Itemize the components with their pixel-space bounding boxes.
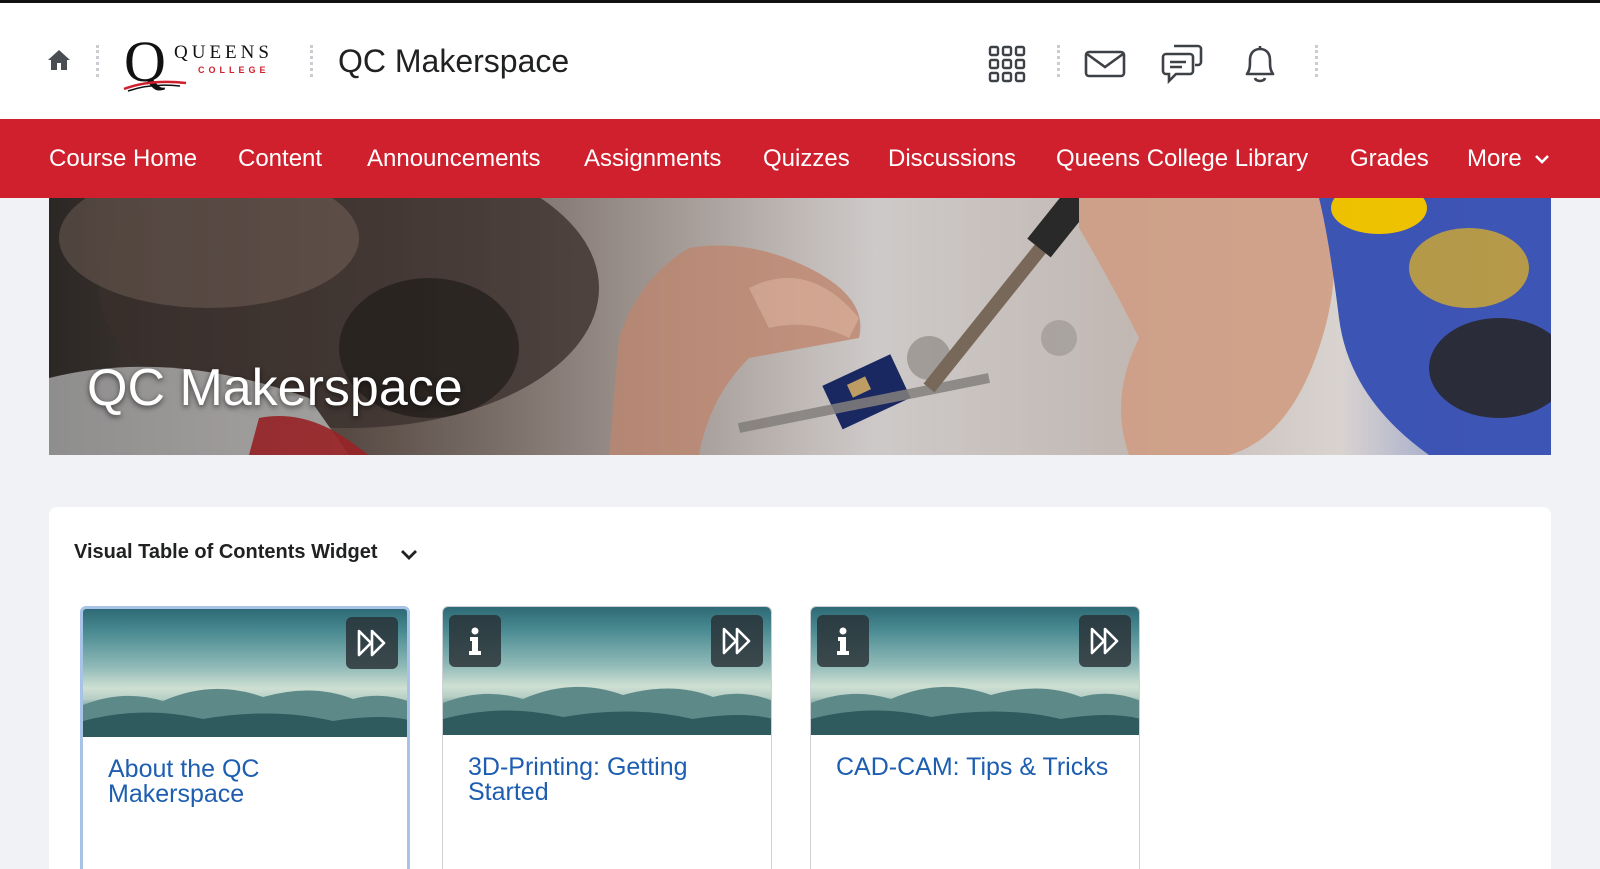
app-grid-icon[interactable] [985,42,1029,86]
nav-grades[interactable]: Grades [1350,145,1429,173]
logo-queens-text: QUEENS [174,42,273,63]
nav-quizzes[interactable]: Quizzes [763,145,850,173]
toc-card[interactable]: 3D-Printing: Getting Started [442,606,772,869]
bell-icon[interactable] [1238,42,1282,86]
nav-assignments[interactable]: Assignments [584,145,721,173]
chevron-down-icon[interactable] [1534,153,1550,165]
card-title[interactable]: About the QC Makerspace [108,757,388,807]
chevron-down-icon[interactable] [400,549,418,561]
toc-card[interactable]: CAD-CAM: Tips & Tricks [810,606,1140,869]
header-separator [1315,45,1319,77]
chat-icon[interactable] [1160,42,1204,86]
course-banner: QC Makerspace [49,198,1551,455]
fast-forward-icon [357,629,386,657]
logo-college-text: COLLEGE [198,65,270,75]
play-badge[interactable] [1079,615,1131,667]
nav-discussions[interactable]: Discussions [888,145,1016,173]
widget-title[interactable]: Visual Table of Contents Widget [74,541,378,564]
card-title[interactable]: CAD-CAM: Tips & Tricks [836,755,1116,780]
course-navbar: Course Home Content Announcements Assign… [0,119,1600,198]
nav-content[interactable]: Content [238,145,322,173]
nav-course-home[interactable]: Course Home [49,145,197,173]
info-icon [837,627,849,655]
visual-toc-widget: Visual Table of Contents Widget About th… [49,507,1551,869]
card-title[interactable]: 3D-Printing: Getting Started [468,755,748,805]
fast-forward-icon [722,627,751,655]
info-icon [469,627,481,655]
logo-swoosh [123,80,187,92]
play-badge[interactable] [711,615,763,667]
queens-college-logo[interactable]: Q QUEENS COLLEGE [120,33,290,95]
nav-queens-college-library[interactable]: Queens College Library [1056,145,1308,173]
toc-card[interactable]: About the QC Makerspace [80,606,410,869]
mail-icon[interactable] [1083,42,1127,86]
info-badge[interactable] [817,615,869,667]
header-separator [96,45,100,77]
info-badge[interactable] [449,615,501,667]
fast-forward-icon [1090,627,1119,655]
header-separator [310,45,314,77]
header-separator [1057,45,1061,77]
banner-title: QC Makerspace [87,359,463,417]
course-title[interactable]: QC Makerspace [338,43,569,80]
nav-announcements[interactable]: Announcements [367,145,540,173]
nav-more[interactable]: More [1467,145,1522,173]
home-icon[interactable] [46,47,72,73]
site-header: Q QUEENS COLLEGE QC Makerspace [0,3,1600,119]
play-badge[interactable] [346,617,398,669]
